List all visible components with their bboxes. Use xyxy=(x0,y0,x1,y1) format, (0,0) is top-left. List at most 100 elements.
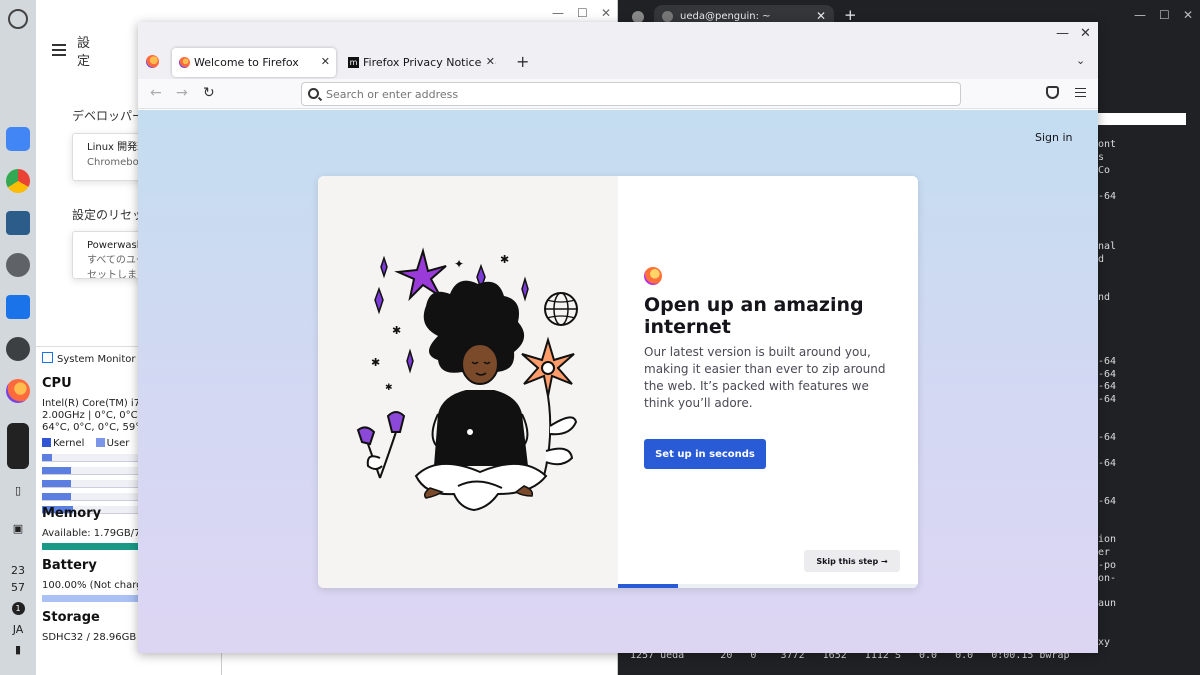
battery-heading: Battery xyxy=(42,558,97,573)
firefox-icon[interactable] xyxy=(6,379,30,403)
cpu-temps-2: 64°C, 0°C, 0°C, 59°C, xyxy=(42,422,138,433)
clipboard-icon[interactable]: ▣ xyxy=(0,522,36,535)
terminal-tab-icon xyxy=(662,11,673,22)
storage-heading: Storage xyxy=(42,610,100,625)
maximize-icon[interactable]: ☐ xyxy=(577,6,588,20)
terminal-line: xy xyxy=(1098,637,1111,648)
new-tab-icon[interactable]: + xyxy=(516,52,529,71)
page-content: Sign in ✦ ✱ ✱ ✱ ✱ Open up an amazing int… xyxy=(138,110,1098,653)
cpu-temps-1: 2.00GHz | 0°C, 0°C, 0 xyxy=(42,410,138,421)
reload-icon[interactable]: ↻ xyxy=(203,85,215,101)
setup-button[interactable]: Set up in seconds xyxy=(644,439,766,469)
svg-text:✦: ✦ xyxy=(454,257,464,271)
tab-welcome[interactable]: Welcome to Firefox ✕ xyxy=(172,48,336,77)
cpu-model: Intel(R) Core(TM) i7- xyxy=(42,398,138,409)
svg-text:✱: ✱ xyxy=(385,383,393,393)
hamburger-menu-icon[interactable] xyxy=(1075,88,1086,97)
menu-icon[interactable] xyxy=(52,44,66,56)
firefox-logo-icon xyxy=(644,267,662,285)
cpu-heading: CPU xyxy=(42,376,72,391)
terminal-close-icon[interactable]: ✕ xyxy=(1183,8,1193,22)
back-arrow-icon[interactable]: ← xyxy=(150,85,162,101)
system-monitor-icon[interactable] xyxy=(6,295,30,319)
tab-privacy-notice[interactable]: m Firefox Privacy Notice — ✕ xyxy=(341,48,501,77)
terminal-highlight xyxy=(1098,113,1186,125)
gallery-icon[interactable] xyxy=(6,211,30,235)
legend-user: User xyxy=(106,438,130,449)
system-monitor-icon xyxy=(42,352,53,363)
terminal-line: on- xyxy=(1098,573,1117,584)
media-icon[interactable] xyxy=(7,423,29,469)
notification-count[interactable]: 1 xyxy=(0,601,36,615)
close-icon[interactable]: ✕ xyxy=(601,6,611,20)
progress-bar xyxy=(618,584,918,588)
onboarding-body: Our latest version is built around you, … xyxy=(644,345,886,410)
kernel-swatch xyxy=(42,438,51,447)
cpu-legend: Kernel User xyxy=(42,438,129,449)
terminal-maximize-icon[interactable]: ☐ xyxy=(1159,8,1170,22)
firefox-minimize-icon[interactable]: — xyxy=(1056,26,1069,41)
text-panel: Open up an amazing internet Our latest v… xyxy=(618,176,918,588)
terminal-minimize-icon[interactable]: — xyxy=(1134,8,1146,22)
url-bar[interactable] xyxy=(301,82,961,106)
cpu-core-bar xyxy=(42,480,138,488)
ime-indicator[interactable]: JA xyxy=(0,623,36,636)
progress-fill xyxy=(618,584,678,588)
memory-bar xyxy=(42,543,138,550)
mozilla-m-icon: m xyxy=(348,57,359,68)
terminal-line: er xyxy=(1098,547,1111,558)
files-icon[interactable] xyxy=(6,127,30,151)
tab-close-icon[interactable]: ✕ xyxy=(482,55,495,68)
sysmon-header: System Monitor xyxy=(42,352,135,365)
skip-button[interactable]: Skip this step → xyxy=(804,550,900,572)
terminal-line: nal xyxy=(1098,241,1117,252)
battery-icon[interactable]: ▮ xyxy=(0,643,36,656)
firefox-close-icon[interactable]: ✕ xyxy=(1080,26,1091,41)
clock-hour[interactable]: 23 xyxy=(0,564,36,577)
terminal-icon[interactable] xyxy=(6,337,30,361)
launcher-button[interactable] xyxy=(8,9,28,29)
chrome-icon[interactable] xyxy=(6,169,30,193)
search-icon xyxy=(308,88,319,99)
terminal-line: -64 xyxy=(1098,369,1117,380)
legend-kernel: Kernel xyxy=(53,438,85,449)
illustration-panel: ✦ ✱ ✱ ✱ ✱ xyxy=(318,176,618,588)
memory-heading: Memory xyxy=(42,506,102,521)
svg-text:✱: ✱ xyxy=(371,356,380,369)
terminal-line: -64 xyxy=(1098,356,1117,367)
person-with-laptop-illustration: ✦ ✱ ✱ ✱ ✱ xyxy=(356,247,578,512)
chevron-down-icon[interactable]: ⌄ xyxy=(1076,54,1085,67)
tab-welcome-label: Welcome to Firefox xyxy=(194,56,299,69)
forward-arrow-icon[interactable]: → xyxy=(176,85,188,101)
firefox-window: — ✕ Welcome to Firefox ✕ m Firefox Priva… xyxy=(138,22,1098,653)
terminal-line: Co xyxy=(1098,165,1111,176)
notification-badge: 1 xyxy=(11,602,25,615)
tab-strip: — ✕ Welcome to Firefox ✕ m Firefox Priva… xyxy=(138,22,1098,79)
tab-close-icon[interactable]: ✕ xyxy=(321,55,330,68)
svg-text:✱: ✱ xyxy=(392,324,401,337)
tab-privacy-label: Firefox Privacy Notice — xyxy=(363,56,496,69)
settings-icon[interactable] xyxy=(6,253,30,277)
terminal-line: aun xyxy=(1098,598,1117,609)
clock-minute[interactable]: 57 xyxy=(0,581,36,594)
user-swatch xyxy=(95,438,105,447)
onboarding-card: ✦ ✱ ✱ ✱ ✱ Open up an amazing internet Ou… xyxy=(318,176,918,588)
battery-text: 100.00% (Not chargi xyxy=(42,580,138,591)
terminal-line: ont xyxy=(1098,139,1117,150)
phone-hub-icon[interactable]: ▯ xyxy=(0,484,36,497)
sign-in-link[interactable]: Sign in xyxy=(1035,131,1073,144)
terminal-line: -64 xyxy=(1098,496,1117,507)
terminal-line: s xyxy=(1098,152,1105,163)
storage-text: SDHC32 / 28.96GB xyxy=(42,632,137,643)
svg-text:✱: ✱ xyxy=(500,253,509,266)
cpu-core-fill xyxy=(42,480,71,487)
firefox-view-icon[interactable] xyxy=(146,55,159,68)
url-input[interactable] xyxy=(326,85,946,103)
cpu-core-bar xyxy=(42,493,138,501)
terminal-tab-title: ueda@penguin: ~ xyxy=(680,11,771,22)
terminal-tab-close-icon[interactable]: ✕ xyxy=(816,9,826,23)
pocket-icon[interactable] xyxy=(1046,86,1059,99)
firefox-tab-icon xyxy=(179,57,190,68)
minimize-icon[interactable]: — xyxy=(552,6,564,20)
cpu-core-bar xyxy=(42,467,138,475)
